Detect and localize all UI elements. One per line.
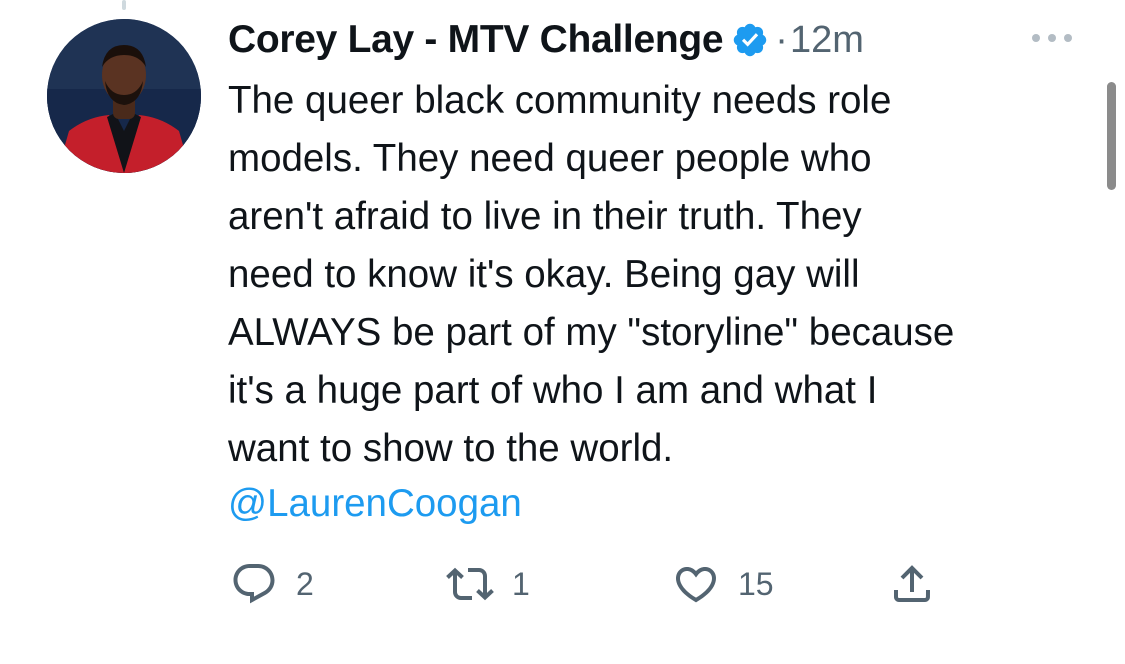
header-separator: · (775, 18, 788, 61)
scrollbar-thumb[interactable] (1107, 82, 1116, 190)
more-dots-icon (1032, 34, 1072, 42)
tweet-timestamp[interactable]: 12m (790, 19, 864, 62)
tweet-text-line: ALWAYS be part of my "storyline" because (228, 311, 955, 354)
reply-count: 2 (296, 565, 314, 602)
author-display-name[interactable]: Corey Lay - MTV Challenge (228, 18, 724, 62)
tweet-text-line: it's a huge part of who I am and what I (228, 369, 878, 412)
retweet-icon (446, 567, 494, 601)
more-options-button[interactable] (1026, 24, 1078, 52)
reply-button[interactable]: 2 (230, 556, 314, 612)
share-icon (894, 565, 930, 602)
tweet-text-line: The queer black community needs role (228, 79, 892, 122)
author-avatar[interactable] (47, 19, 201, 173)
tweet-text-line: want to show to the world. (228, 427, 674, 470)
verified-badge-icon (731, 21, 769, 59)
like-count: 15 (738, 565, 774, 602)
retweet-button[interactable]: 1 (446, 556, 530, 612)
tweet-actions-bar: 2 1 15 (228, 556, 988, 612)
reply-icon (233, 564, 275, 604)
share-button[interactable] (888, 556, 936, 612)
like-button[interactable]: 15 (672, 556, 774, 612)
retweet-count: 1 (512, 565, 530, 602)
tweet-text-line: need to know it's okay. Being gay will (228, 253, 860, 296)
tweet-text-line: aren't afraid to live in their truth. Th… (228, 195, 862, 238)
heart-icon (675, 567, 717, 603)
thread-connector-line (122, 0, 126, 10)
tweet-text-line: models. They need queer people who (228, 137, 872, 180)
tweet-body: The queer black community needs role mod… (228, 72, 1108, 478)
tweet-header: Corey Lay - MTV Challenge · 12m (228, 14, 864, 66)
mention-link[interactable]: @LaurenCoogan (228, 475, 522, 533)
avatar-photo (47, 19, 201, 173)
